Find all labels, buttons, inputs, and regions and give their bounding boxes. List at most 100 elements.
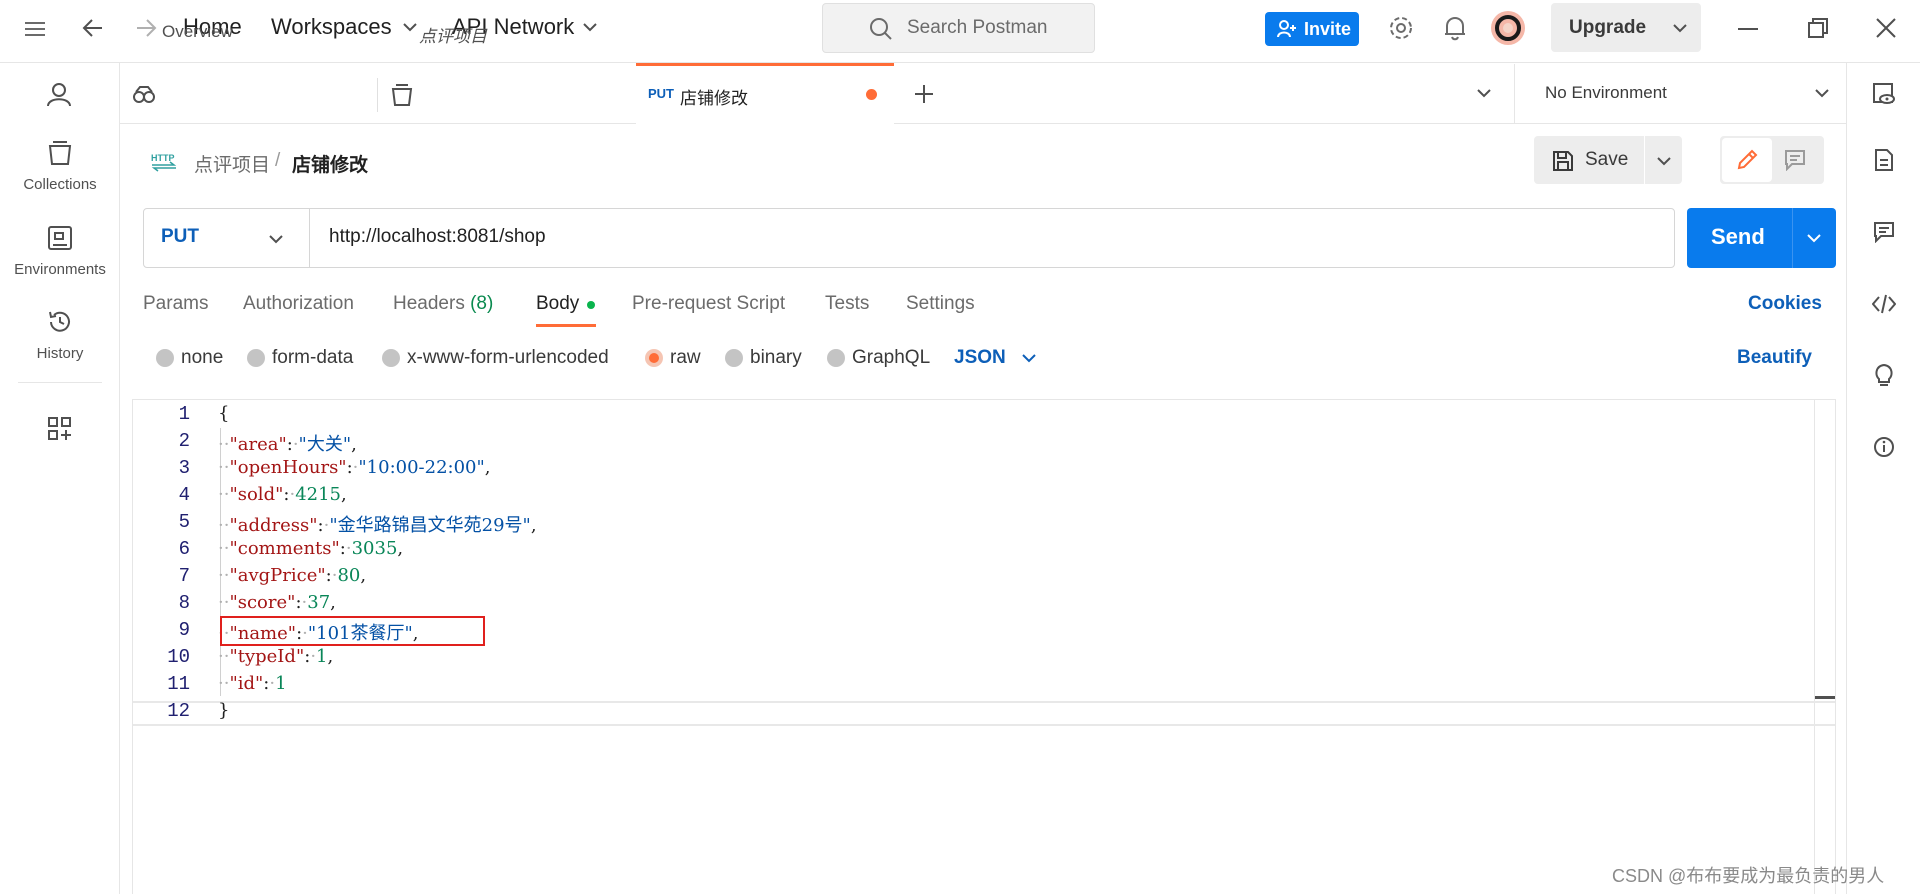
chevron-down-icon[interactable] (403, 22, 417, 32)
nav-workspaces[interactable]: Workspaces (271, 14, 392, 40)
info-icon[interactable] (1873, 436, 1895, 458)
chevron-down-icon[interactable] (1815, 88, 1829, 98)
line-number: 9 (178, 619, 190, 641)
tab-pre-request-script[interactable]: Pre-request Script (632, 293, 785, 315)
svg-text:HTTP: HTTP (151, 153, 175, 163)
upgrade-label: Upgrade (1569, 17, 1647, 38)
chevron-down-icon[interactable] (269, 234, 283, 244)
invite-button[interactable]: Invite (1265, 12, 1359, 46)
radio-urlencoded[interactable] (382, 349, 400, 367)
tab-settings[interactable]: Settings (906, 293, 975, 315)
editor-scrollbar-marker (1815, 696, 1835, 699)
tab-body[interactable]: Body (536, 293, 579, 315)
radio-graphql[interactable] (827, 349, 845, 367)
comment-mode-icon[interactable] (1784, 149, 1806, 171)
radio-binary[interactable] (725, 349, 743, 367)
bell-icon[interactable] (1443, 15, 1467, 41)
save-options-dropdown[interactable] (1645, 136, 1682, 184)
environment-quick-look-icon[interactable] (1872, 82, 1896, 106)
breadcrumb-request[interactable]: 店铺修改 (292, 150, 368, 177)
sidebar-item-collections[interactable]: Collections (0, 140, 120, 193)
minimize-icon[interactable] (1738, 27, 1758, 31)
forward-arrow-icon[interactable] (135, 17, 157, 39)
sidebar-item-history[interactable]: History (0, 309, 120, 362)
sidebar-item-environments[interactable]: Environments (0, 225, 120, 278)
json-value: 4215 (295, 484, 341, 505)
radio-label-urlencoded: x-www-form-urlencoded (407, 347, 609, 368)
json-key: "avgPrice" (229, 565, 326, 586)
search-input[interactable]: Search Postman (822, 3, 1095, 53)
back-arrow-icon[interactable] (82, 17, 104, 39)
format-select[interactable]: JSON (954, 347, 1006, 369)
gear-icon[interactable] (1388, 15, 1414, 41)
tab-headers[interactable]: Headers (8) (393, 293, 493, 315)
plus-icon[interactable] (914, 84, 934, 104)
restore-icon[interactable] (1808, 18, 1828, 38)
breadcrumb-collection[interactable]: 点评项目 (194, 150, 270, 177)
tab-tests[interactable]: Tests (825, 293, 869, 315)
body-active-dot (587, 301, 595, 309)
chevron-down-icon[interactable] (1673, 23, 1687, 33)
menu-icon[interactable] (24, 20, 46, 38)
collection-icon (391, 84, 413, 106)
indent-dots: ·· (218, 515, 230, 536)
chevron-down-icon[interactable] (1022, 353, 1036, 363)
tab-active-request[interactable]: PUT 店铺修改 (636, 63, 894, 124)
history-icon (47, 309, 120, 335)
avatar[interactable] (1490, 10, 1526, 46)
tab-authorization[interactable]: Authorization (243, 293, 354, 315)
line-number: 2 (178, 430, 190, 452)
headers-count: (8) (470, 293, 494, 314)
code-line: ··"comments":·3035, (218, 538, 403, 559)
radio-none[interactable] (156, 349, 174, 367)
upgrade-button[interactable]: Upgrade (1551, 3, 1701, 52)
lightbulb-icon[interactable] (1873, 362, 1895, 388)
save-button[interactable]: Save (1534, 136, 1644, 184)
tab-params[interactable]: Params (143, 293, 208, 315)
code-open-brace: { (218, 403, 230, 424)
sidebar-item-label: Environments (14, 261, 106, 278)
line-number: 6 (178, 538, 190, 560)
json-comma: , (397, 538, 404, 559)
chevron-down-icon[interactable] (1477, 88, 1491, 98)
tab-collection[interactable]: 点评项目 (419, 22, 487, 47)
code-icon[interactable] (1872, 294, 1896, 314)
unsaved-dot[interactable] (866, 89, 877, 100)
tab-overview[interactable]: Overview (162, 22, 233, 42)
current-line-highlight (133, 701, 1835, 726)
search-placeholder: Search Postman (907, 17, 1048, 38)
code-line: ··"id":·1 (218, 673, 287, 694)
json-comma: , (530, 515, 537, 536)
add-apps-icon[interactable] (47, 416, 73, 442)
environment-selector[interactable]: No Environment (1545, 83, 1667, 103)
beautify-button[interactable]: Beautify (1737, 347, 1812, 369)
save-label: Save (1585, 149, 1629, 170)
json-comma: , (341, 484, 347, 505)
url-value: http://localhost:8081/shop (329, 226, 546, 247)
breadcrumb-separator: / (275, 150, 281, 171)
chevron-down-icon[interactable] (1807, 233, 1821, 243)
line-number: 8 (178, 592, 190, 614)
line-number: 11 (167, 673, 190, 695)
comments-icon[interactable] (1873, 221, 1895, 243)
tab-label: 店铺修改 (680, 89, 748, 108)
radio-form-data[interactable] (247, 349, 265, 367)
json-key: "score" (229, 592, 296, 613)
documentation-icon[interactable] (1874, 148, 1894, 172)
chevron-down-icon[interactable] (583, 22, 597, 32)
collections-icon (47, 140, 120, 166)
json-key: "typeId" (229, 646, 305, 667)
json-value: 1 (316, 646, 328, 667)
user-icon[interactable] (46, 82, 72, 108)
cookies-link[interactable]: Cookies (1748, 293, 1822, 315)
edit-mode-button[interactable] (1722, 138, 1772, 182)
right-rail (1846, 63, 1920, 894)
send-button[interactable]: Send (1687, 208, 1836, 268)
editor-scrollbar-track[interactable] (1814, 400, 1815, 894)
radio-raw[interactable] (645, 349, 663, 367)
environments-icon (47, 225, 120, 251)
watermark: CSDN @布布要成为最负责的男人 (1612, 866, 1885, 886)
radio-selected-dot (649, 353, 659, 363)
close-icon[interactable] (1876, 18, 1896, 38)
line-number: 5 (178, 511, 190, 533)
